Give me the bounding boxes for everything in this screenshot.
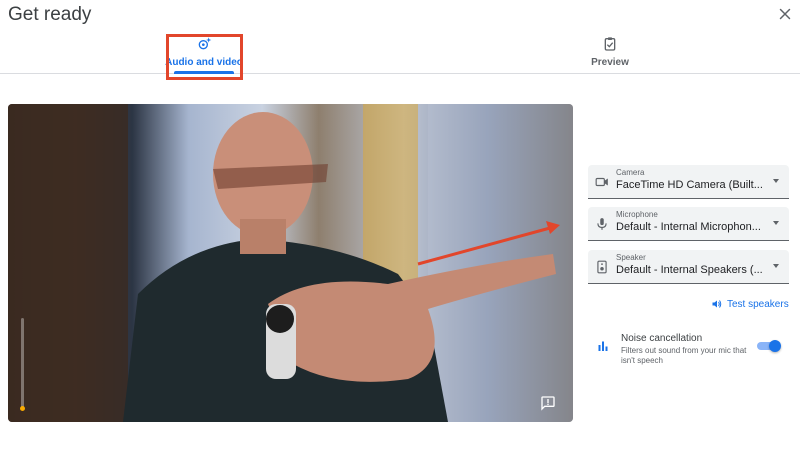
dialog-title: Get ready bbox=[8, 4, 92, 25]
bar-chart-icon bbox=[598, 341, 608, 351]
camera-select[interactable]: Camera FaceTime HD Camera (Built... bbox=[588, 165, 789, 199]
microphone-value: Default - Internal Microphon... bbox=[616, 221, 761, 233]
chevron-down-icon bbox=[773, 179, 779, 183]
clipboard-check-icon bbox=[604, 37, 616, 51]
mic-level-indicator bbox=[20, 406, 25, 411]
camera-preview bbox=[8, 104, 573, 422]
speaker-label: Speaker bbox=[616, 253, 646, 262]
toggle-knob bbox=[769, 340, 781, 352]
highlight-annotation bbox=[166, 34, 243, 80]
mic-level-meter bbox=[21, 318, 24, 410]
chevron-down-icon bbox=[773, 264, 779, 268]
noise-cancellation-description: Filters out sound from your mic that isn… bbox=[621, 346, 747, 365]
test-speakers-button[interactable]: Test speakers bbox=[711, 297, 789, 311]
red-arrow-annotation bbox=[417, 221, 560, 266]
volume-icon bbox=[712, 300, 722, 308]
tab-label: Preview bbox=[591, 57, 629, 68]
microphone-label: Microphone bbox=[616, 210, 658, 219]
speaker-icon bbox=[597, 260, 607, 274]
speaker-value: Default - Internal Speakers (... bbox=[616, 264, 763, 276]
close-icon[interactable] bbox=[776, 5, 794, 23]
microphone-select[interactable]: Microphone Default - Internal Microphon.… bbox=[588, 207, 789, 241]
chevron-down-icon bbox=[773, 221, 779, 225]
test-speakers-label: Test speakers bbox=[727, 298, 789, 310]
camera-label: Camera bbox=[616, 168, 645, 177]
tab-preview[interactable]: Preview bbox=[560, 36, 660, 74]
feedback-icon[interactable] bbox=[540, 395, 556, 411]
camera-value: FaceTime HD Camera (Built... bbox=[616, 179, 763, 191]
mic-icon bbox=[597, 218, 607, 230]
videocam-icon bbox=[595, 177, 608, 187]
speaker-select[interactable]: Speaker Default - Internal Speakers (... bbox=[588, 250, 789, 284]
noise-cancellation-toggle[interactable] bbox=[757, 340, 781, 352]
noise-cancellation-title: Noise cancellation bbox=[621, 333, 703, 344]
tab-bar: Audio and video Preview bbox=[0, 28, 800, 74]
